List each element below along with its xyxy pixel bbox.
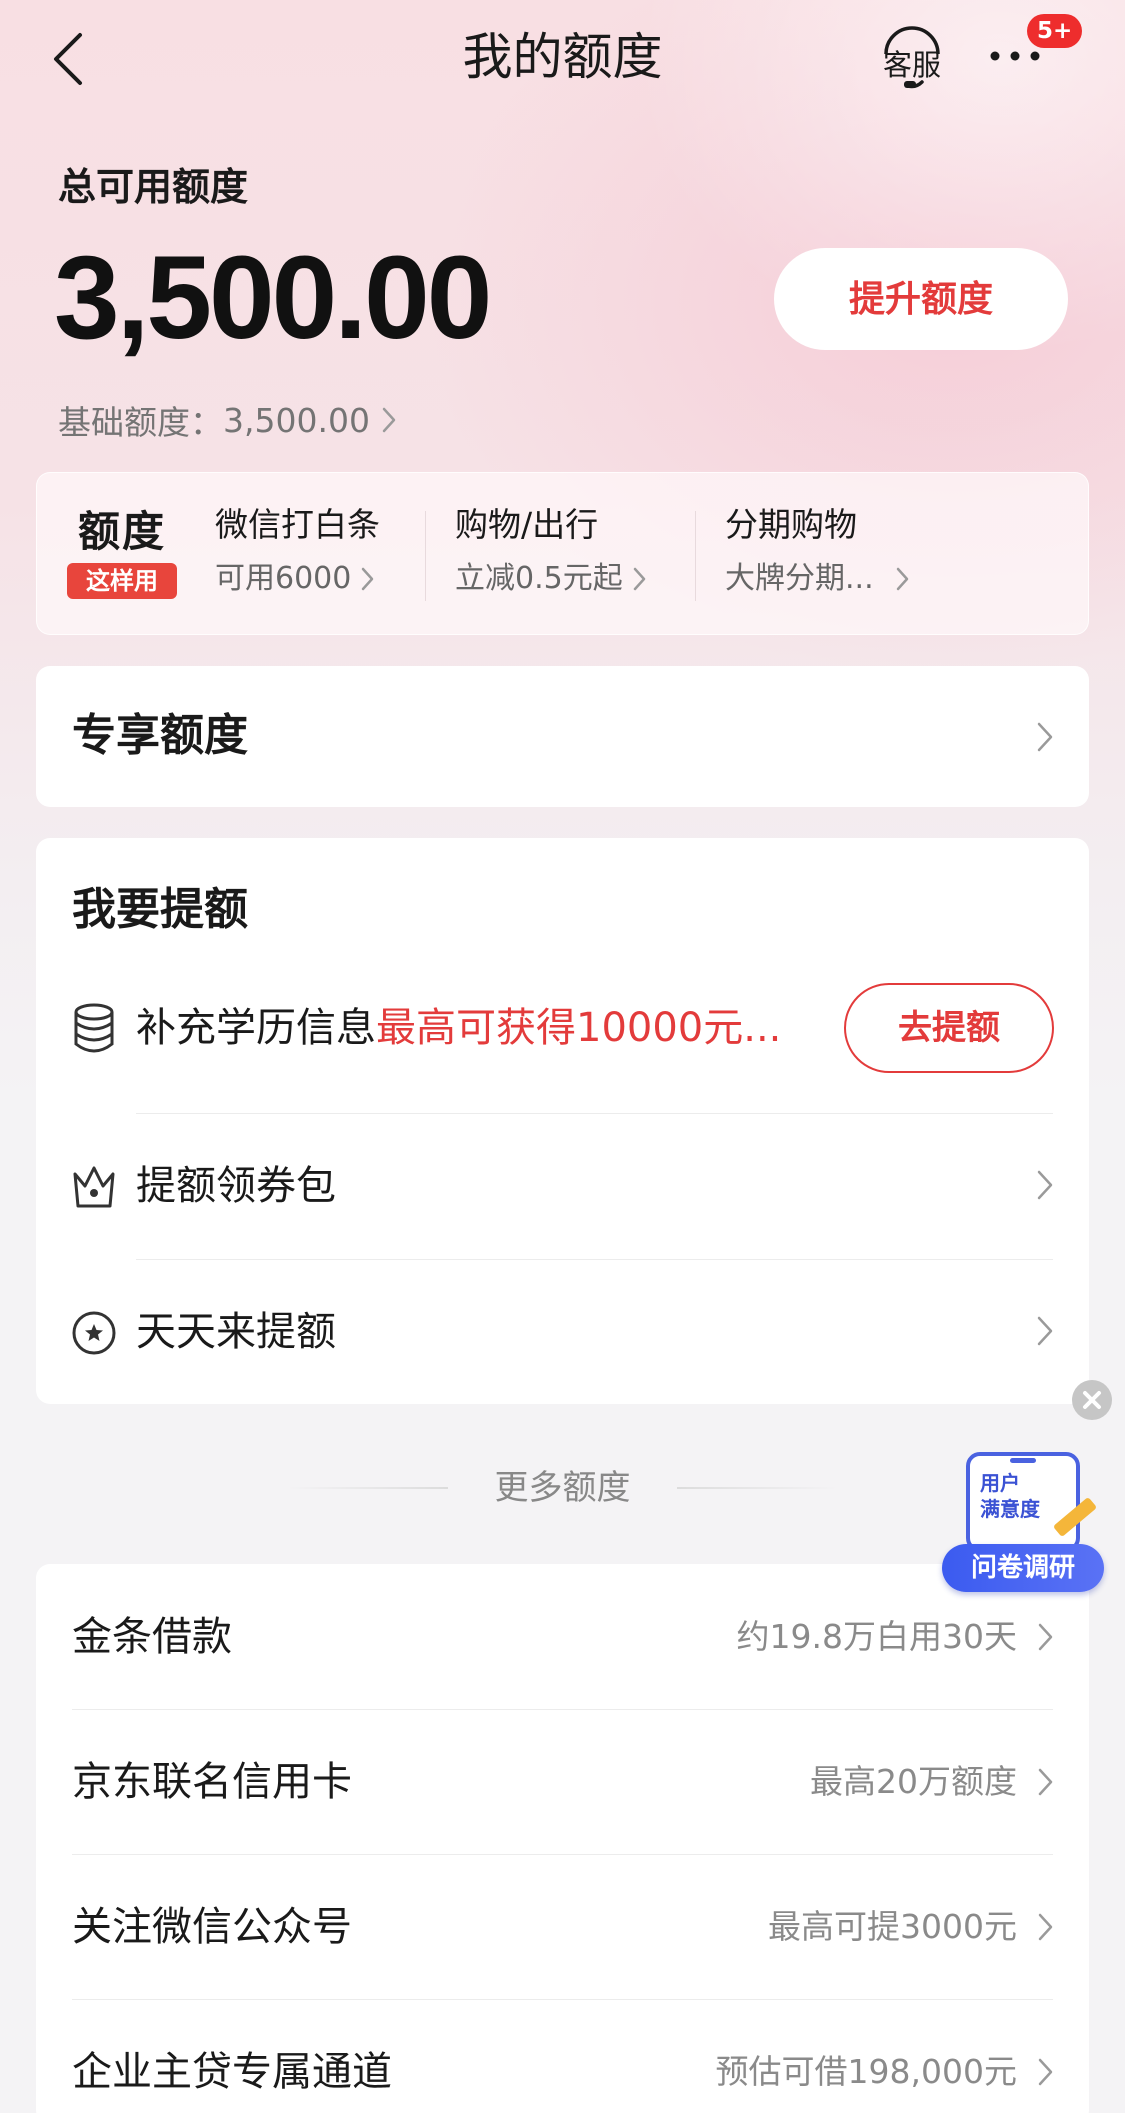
exclusive-limit-card[interactable]: 专享额度 — [36, 666, 1089, 807]
chevron-right-icon — [633, 567, 646, 591]
promo-item-wechat[interactable]: 微信打白条 可用6000 — [215, 503, 380, 613]
raise-row-daily[interactable]: 天天来提额 — [36, 1262, 1089, 1402]
promo-item-title: 购物/出行 — [455, 505, 599, 544]
chevron-right-icon — [1038, 1913, 1053, 1941]
chevron-right-icon — [382, 407, 396, 433]
total-available-amount: 3,500.00 — [54, 232, 492, 364]
customer-service-button[interactable]: 客服 — [872, 26, 952, 96]
database-icon — [70, 1002, 118, 1054]
chevron-right-icon — [1037, 1316, 1053, 1346]
more-row-jintiao[interactable]: 金条借款 约19.8万白用30天 — [36, 1564, 1089, 1709]
exclusive-limit-title: 专享额度 — [72, 710, 248, 761]
chevron-right-icon — [1038, 2058, 1053, 2086]
chevron-right-icon — [1037, 1170, 1053, 1200]
go-raise-button[interactable]: 去提额 — [844, 983, 1054, 1073]
promo-item-shopping-travel[interactable]: 购物/出行 立减0.5元起 — [455, 503, 646, 613]
phone-notch — [1010, 1458, 1036, 1463]
raise-row-label: 补充学历信息最高可获得10000元... — [136, 1000, 781, 1056]
raise-row-highlight: 最高可获得10000元... — [376, 1005, 782, 1051]
chevron-right-icon — [1038, 1768, 1053, 1796]
raise-row-label-text: 补充学历信息 — [136, 1005, 376, 1051]
survey-card-line: 用户 — [980, 1471, 1020, 1495]
survey-card-line: 满意度 — [980, 1497, 1040, 1521]
back-button[interactable] — [52, 24, 102, 94]
promo-divider — [425, 511, 426, 601]
more-row-label: 关注微信公众号 — [72, 1903, 352, 1950]
raise-limit-button[interactable]: 提升额度 — [774, 248, 1068, 350]
more-row-label: 金条借款 — [72, 1613, 232, 1660]
more-row-value: 最高20万额度 — [810, 1761, 1017, 1801]
more-row-label: 京东联名信用卡 — [72, 1758, 352, 1805]
limit-usage-card: 额度 这样用 微信打白条 可用6000 购物/出行 立减0.5元起 分期购物 大… — [36, 472, 1089, 635]
raise-row-label: 提额领券包 — [136, 1163, 336, 1209]
more-row-business-loan[interactable]: 企业主贷专属通道 预估可借198,000元 — [36, 1999, 1089, 2113]
more-row-value: 预估可借198,000元 — [715, 2051, 1017, 2091]
divider-line — [677, 1487, 837, 1489]
promo-item-title: 分期购物 — [725, 505, 857, 544]
promo-item-subtitle: 大牌分期... — [725, 561, 874, 596]
more-row-credit-card[interactable]: 京东联名信用卡 最高20万额度 — [36, 1709, 1089, 1854]
more-row-value: 约19.8万白用30天 — [736, 1616, 1017, 1656]
base-limit-link[interactable]: 基础额度： 3,500.00 — [58, 396, 396, 444]
limit-usage-logo: 额度 这样用 — [67, 507, 177, 599]
chevron-right-icon — [896, 567, 909, 591]
raise-row-coupon-pack[interactable]: 提额领券包 — [36, 1116, 1089, 1256]
customer-service-label: 客服 — [882, 48, 941, 82]
chevron-left-icon — [52, 31, 84, 87]
star-circle-icon — [70, 1306, 118, 1358]
crown-icon — [70, 1160, 118, 1212]
more-row-label: 企业主贷专属通道 — [72, 2048, 392, 2095]
promo-item-subtitle: 可用6000 — [215, 561, 352, 596]
survey-tag: 问卷调研 — [942, 1544, 1104, 1592]
chevron-right-icon — [1038, 1623, 1053, 1651]
row-separator — [136, 1113, 1053, 1114]
promo-item-title: 微信打白条 — [215, 505, 380, 544]
total-available-label: 总可用额度 — [58, 165, 249, 209]
survey-phone-icon: 用户 满意度 — [966, 1452, 1080, 1552]
notification-badge: 5+ — [1027, 14, 1083, 48]
survey-float-button[interactable]: 用户 满意度 问卷调研 — [942, 1452, 1104, 1592]
raise-limit-card: 我要提额 补充学历信息最高可获得10000元... 去提额 提额领券包 天天来提… — [36, 838, 1089, 1404]
more-limits-card: 金条借款 约19.8万白用30天 京东联名信用卡 最高20万额度 关注微信公众号… — [36, 1564, 1089, 2113]
raise-row-label: 天天来提额 — [136, 1309, 336, 1355]
survey-close-button[interactable] — [1072, 1380, 1112, 1420]
close-icon — [1072, 1380, 1112, 1420]
row-separator — [136, 1259, 1053, 1260]
chevron-right-icon — [1037, 722, 1053, 752]
limit-usage-logo-title: 额度 — [77, 507, 166, 556]
base-limit-amount: 3,500.00 — [223, 400, 370, 440]
chevron-right-icon — [361, 567, 374, 591]
promo-divider — [695, 511, 696, 601]
survey-card-text: 用户 满意度 — [980, 1470, 1040, 1522]
more-row-value: 最高可提3000元 — [768, 1906, 1017, 1946]
more-row-wechat-follow[interactable]: 关注微信公众号 最高可提3000元 — [36, 1854, 1089, 1999]
promo-item-installment[interactable]: 分期购物 大牌分期... — [725, 503, 909, 613]
promo-item-subtitle: 立减0.5元起 — [455, 561, 623, 596]
base-limit-label: 基础额度： — [58, 403, 223, 442]
raise-limit-title: 我要提额 — [72, 884, 248, 935]
limit-usage-logo-tag: 这样用 — [67, 563, 177, 599]
